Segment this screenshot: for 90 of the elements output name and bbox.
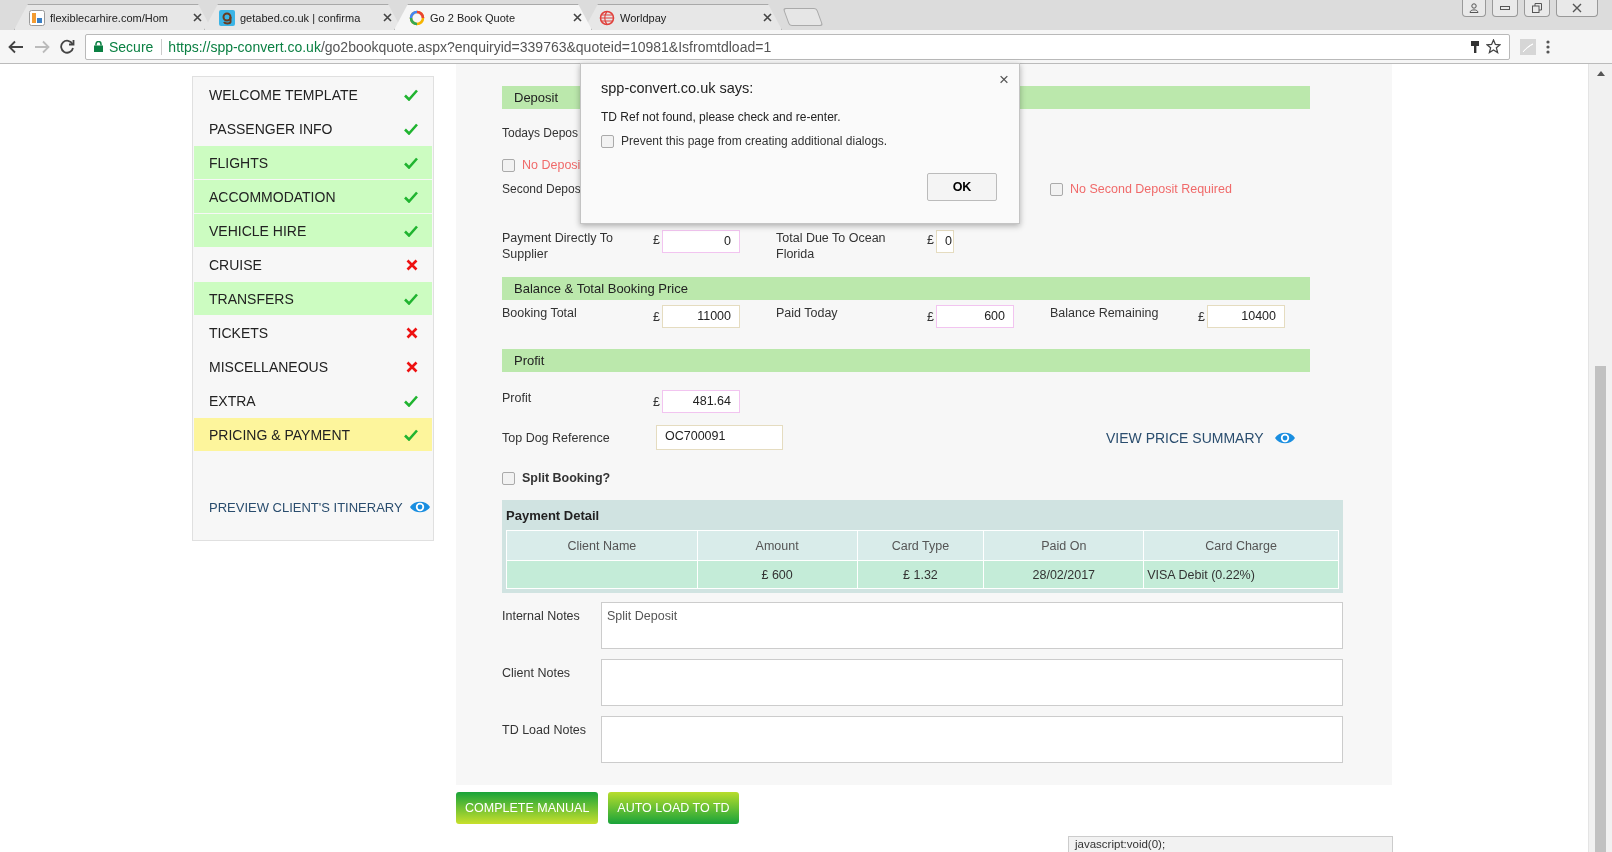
currency-symbol: £: [653, 233, 661, 247]
sidebar-item[interactable]: PASSENGER INFO: [194, 112, 432, 145]
field-label: Second Depos: [502, 181, 582, 197]
field-label: Profit: [502, 390, 533, 406]
close-icon: [1572, 3, 1582, 13]
close-icon[interactable]: [193, 13, 202, 22]
address-bar[interactable]: Secure https://spp-convert.co.uk/go2bookquote.aspx?enquiryid=339763&quoteid=10981&Isfromtdload=1: [85, 33, 1510, 60]
close-window-button[interactable]: [1556, 0, 1598, 17]
table-cell: £ 600: [697, 560, 858, 589]
sidebar-item[interactable]: TICKETS: [194, 316, 432, 349]
browser-tab[interactable]: Go 2 Book Quote: [394, 4, 592, 30]
secure-label: Secure: [109, 38, 163, 55]
amount-field[interactable]: 0: [662, 230, 740, 253]
table-cell: £ 1.32: [857, 560, 984, 589]
scrollbar[interactable]: [1588, 64, 1612, 852]
currency-symbol: £: [927, 310, 935, 324]
amount-field[interactable]: 600: [936, 305, 1014, 328]
field-label: Booking Total: [502, 305, 578, 321]
reload-icon[interactable]: [60, 39, 75, 54]
close-icon[interactable]: [763, 13, 772, 22]
field-label: Client Notes: [502, 665, 572, 682]
column-header: Amount: [697, 530, 858, 561]
sidebar-item[interactable]: ACCOMMODATION: [194, 180, 432, 213]
status-bar: javascript:void(0);: [1068, 836, 1393, 852]
notes-field[interactable]: [601, 659, 1343, 706]
minimize-icon: [1500, 6, 1510, 10]
ok-button[interactable]: OK: [927, 173, 997, 201]
table-cell: VISA Debit (0.22%): [1143, 560, 1339, 589]
sidebar-item[interactable]: WELCOME TEMPLATE: [194, 78, 432, 111]
sidebar-item[interactable]: PRICING & PAYMENT: [194, 418, 432, 451]
column-header: Card Charge: [1143, 530, 1339, 561]
site-icon: [219, 9, 235, 26]
section-header: Balance & Total Booking Price: [502, 277, 1310, 300]
sidebar-item[interactable]: VEHICLE HIRE: [194, 214, 432, 247]
person-icon: [1469, 3, 1479, 13]
prevent-dialogs-checkbox[interactable]: Prevent this page from creating additional dialogs.: [601, 134, 999, 148]
url-text: https://spp-convert.co.uk/go2bookquote.aspx?enquiryid=339763&quoteid=10981&Isfromtdload=1: [168, 38, 772, 55]
ring-icon: [409, 9, 425, 26]
amount-field[interactable]: 10400: [1207, 305, 1285, 328]
currency-symbol: £: [653, 395, 661, 409]
section-header: Profit: [502, 349, 1310, 372]
top-dog-reference-field[interactable]: OC700091: [656, 425, 783, 450]
column-header: Paid On: [983, 530, 1144, 561]
notes-field[interactable]: Split Deposit: [601, 602, 1343, 649]
notes-field[interactable]: [601, 716, 1343, 763]
sidebar-item[interactable]: TRANSFERS: [194, 282, 432, 315]
sidebar-item[interactable]: MISCELLANEOUS: [194, 350, 432, 383]
amount-field[interactable]: 0: [936, 230, 954, 253]
back-icon[interactable]: [8, 39, 24, 54]
minimize-button[interactable]: [1492, 0, 1518, 17]
split-booking-checkbox[interactable]: Split Booking?: [502, 471, 611, 485]
preview-itinerary-link[interactable]: PREVIEW CLIENT'S ITINERARY: [209, 499, 432, 515]
scroll-up-icon[interactable]: [1596, 70, 1605, 76]
currency-symbol: £: [927, 233, 935, 247]
field-label: Top Dog Reference: [502, 429, 611, 446]
dialog-message: TD Ref not found, please check and re-enter.: [601, 110, 842, 124]
currency-symbol: £: [653, 310, 661, 324]
tab-title: Go 2 Book Quote: [430, 11, 516, 24]
menu-icon[interactable]: [1546, 39, 1550, 54]
eye-icon: [408, 499, 431, 515]
currency-symbol: £: [1198, 310, 1206, 324]
column-header: Client Name: [506, 530, 698, 561]
amount-field[interactable]: 11000: [662, 305, 740, 328]
sidebar-item[interactable]: EXTRA: [194, 384, 432, 417]
field-label: TD Load Notes: [502, 722, 588, 739]
field-label: Total Due To Ocean Florida: [776, 230, 887, 262]
column-header: Card Type: [857, 530, 984, 561]
restore-icon: [1532, 3, 1542, 13]
field-label: Internal Notes: [502, 608, 581, 625]
sidebar-item[interactable]: FLIGHTS: [194, 146, 432, 179]
tab-title: Worldpay: [620, 11, 668, 24]
field-label: Paid Today: [776, 305, 839, 321]
view-price-summary-link[interactable]: VIEW PRICE SUMMARY: [1106, 429, 1264, 446]
panel-title: Payment Detail: [506, 506, 601, 525]
restore-button[interactable]: [1524, 0, 1550, 17]
sidebar-item[interactable]: CRUISE: [194, 248, 432, 281]
table-cell: 28/02/2017: [983, 560, 1144, 589]
tab-title: flexiblecarhire.com/Hom: [50, 11, 169, 24]
star-icon[interactable]: [1486, 39, 1501, 54]
lock-icon: [94, 41, 103, 52]
profile-button[interactable]: [1462, 0, 1486, 17]
globe-icon: [599, 9, 615, 26]
key-icon[interactable]: [1470, 39, 1480, 54]
field-label: Payment Directly To Supplier: [502, 230, 614, 262]
tab-title: getabed.co.uk | confirma: [240, 11, 362, 24]
close-icon[interactable]: [383, 13, 392, 22]
field-label: Balance Remaining: [1050, 305, 1160, 321]
profit-field[interactable]: 481.64: [662, 390, 740, 413]
close-icon[interactable]: [573, 13, 582, 22]
site-icon: [29, 9, 45, 26]
